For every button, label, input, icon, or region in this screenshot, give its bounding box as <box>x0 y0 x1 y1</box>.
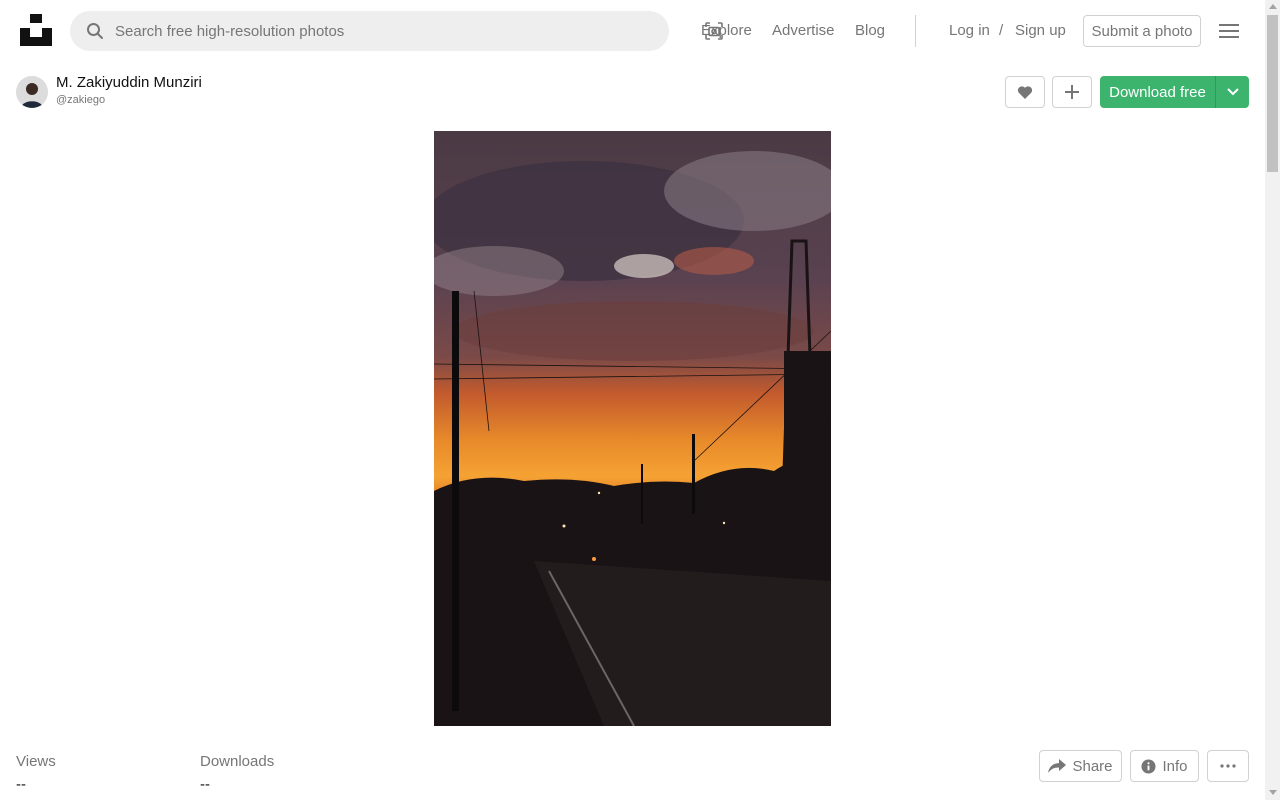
heart-icon <box>1017 85 1033 99</box>
login-link[interactable]: Log in <box>949 22 990 40</box>
avatar[interactable] <box>16 76 48 108</box>
share-label: Share <box>1072 757 1113 775</box>
like-button[interactable] <box>1005 76 1045 108</box>
downloads-label: Downloads <box>200 753 275 770</box>
nav-divider <box>915 15 916 47</box>
top-navbar: Explore Advertise Blog Log in / Sign up … <box>0 0 1265 62</box>
more-horizontal-icon <box>1220 764 1236 768</box>
download-options-button[interactable] <box>1215 76 1249 108</box>
downloads-value: -- <box>200 776 210 793</box>
plus-icon <box>1065 85 1079 99</box>
author-handle[interactable]: @zakiego <box>56 94 105 107</box>
search-input[interactable] <box>115 11 635 51</box>
nav-blog-link[interactable]: Blog <box>855 22 885 40</box>
more-actions-button[interactable] <box>1207 750 1249 782</box>
info-button[interactable]: Info <box>1130 750 1199 782</box>
share-button[interactable]: Share <box>1039 750 1122 782</box>
author-name[interactable]: M. Zakiyuddin Munziri <box>56 74 202 92</box>
signup-link[interactable]: Sign up <box>1015 22 1066 40</box>
views-label: Views <box>16 753 56 770</box>
nav-advertise-link[interactable]: Advertise <box>772 22 835 40</box>
scrollbar-thumb[interactable] <box>1267 15 1278 172</box>
info-label: Info <box>1162 757 1188 775</box>
auth-separator: / <box>999 22 1004 39</box>
scroll-up-arrow[interactable] <box>1269 4 1277 9</box>
share-icon <box>1048 759 1067 773</box>
hamburger-menu-icon[interactable] <box>1217 20 1241 42</box>
search-bar <box>70 11 723 51</box>
views-value: -- <box>16 776 26 793</box>
unsplash-logo-icon[interactable] <box>20 14 52 46</box>
submit-photo-button[interactable]: Submit a photo <box>1083 15 1201 47</box>
download-button[interactable]: Download free <box>1100 76 1215 108</box>
search-icon[interactable] <box>86 22 104 40</box>
chevron-down-icon <box>1226 88 1239 96</box>
info-icon <box>1141 758 1157 774</box>
nav-explore-link[interactable]: Explore <box>701 22 752 40</box>
scroll-down-arrow[interactable] <box>1269 790 1277 795</box>
main-photo[interactable] <box>434 131 831 726</box>
add-to-collection-button[interactable] <box>1052 76 1092 108</box>
